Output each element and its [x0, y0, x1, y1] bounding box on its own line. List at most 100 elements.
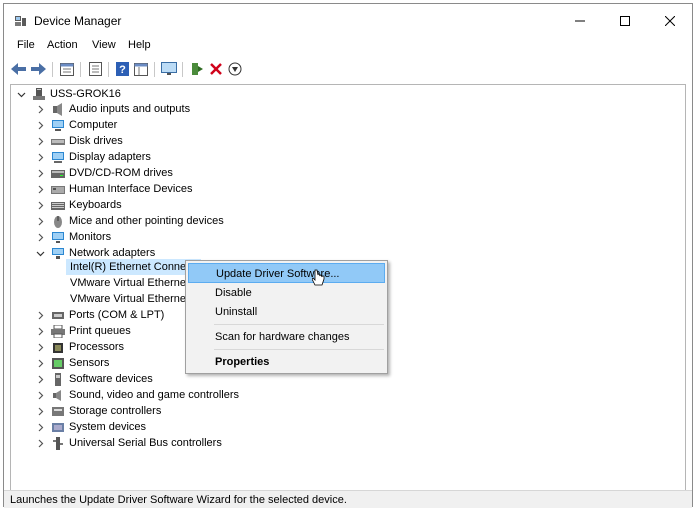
chevron-right-icon[interactable]: [36, 233, 45, 242]
show-hidden-icon: [88, 62, 102, 76]
maximize-button[interactable]: [602, 4, 647, 37]
close-icon: [664, 15, 675, 26]
toolbar-separator: [80, 62, 81, 77]
menu-separator: [214, 349, 384, 350]
chevron-right-icon[interactable]: [36, 185, 45, 194]
chevron-right-icon[interactable]: [36, 311, 45, 320]
show-hidden-button[interactable]: [86, 60, 104, 78]
hid-icon: [51, 185, 65, 194]
tree-item-sensors[interactable]: Sensors: [36, 355, 109, 371]
tree-item-dvd-cd-rom-drives[interactable]: DVD/CD-ROM drives: [36, 165, 173, 181]
tree-root[interactable]: USS-GROK16: [17, 86, 121, 102]
toolbar-separator: [108, 62, 109, 77]
toolbar-separator: [52, 62, 53, 77]
forward-icon: [31, 63, 46, 75]
monitor-button[interactable]: [160, 60, 178, 78]
tree-item-print-queues[interactable]: Print queues: [36, 323, 131, 339]
chevron-right-icon[interactable]: [36, 153, 45, 162]
menu-bar: File Action View Help: [4, 37, 692, 57]
computer-icon: [52, 119, 64, 131]
tree-item-audio-inputs-and-outputs[interactable]: Audio inputs and outputs: [36, 101, 190, 117]
computer-name: USS-GROK16: [50, 88, 121, 100]
uninstall-button[interactable]: [207, 60, 225, 78]
network-child-vmnet1[interactable]: VMware Virtual Ethernet Adapter for VMne…: [66, 275, 191, 291]
back-icon: [11, 63, 26, 75]
chevron-right-icon[interactable]: [36, 343, 45, 352]
minimize-button[interactable]: [557, 4, 602, 37]
sound-icon: [53, 389, 61, 401]
help-icon: ?: [115, 62, 129, 76]
close-button[interactable]: [647, 4, 692, 37]
properties-toolbar-button[interactable]: [58, 60, 76, 78]
forward-button[interactable]: [30, 60, 48, 78]
usb-icon: [53, 436, 63, 450]
network-child-vmnet8[interactable]: VMware Virtual Ethernet Adapter for VMne…: [66, 291, 191, 307]
audio-icon: [53, 102, 62, 116]
chevron-right-icon[interactable]: [36, 217, 45, 226]
menu-file[interactable]: File: [17, 39, 35, 51]
system-icon: [52, 422, 64, 432]
tree-item-system-devices[interactable]: System devices: [36, 419, 146, 435]
tree-item-universal-serial-bus-controllers[interactable]: Universal Serial Bus controllers: [36, 435, 222, 451]
chevron-right-icon[interactable]: [36, 137, 45, 146]
scan-button[interactable]: [226, 60, 244, 78]
tree-item-display-adapters[interactable]: Display adapters: [36, 149, 151, 165]
chevron-right-icon[interactable]: [36, 201, 45, 210]
chevron-right-icon[interactable]: [36, 391, 45, 400]
menu-view[interactable]: View: [92, 39, 116, 51]
menu-action[interactable]: Action: [47, 39, 78, 51]
chevron-right-icon[interactable]: [36, 105, 45, 114]
tree-item-storage-controllers[interactable]: Storage controllers: [36, 403, 161, 419]
uninstall-icon: [210, 63, 222, 75]
chevron-right-icon[interactable]: [36, 423, 45, 432]
chevron-right-icon[interactable]: [36, 327, 45, 336]
display-icon: [52, 151, 64, 163]
view-button[interactable]: [132, 60, 150, 78]
tree-item-software-devices[interactable]: Software devices: [36, 371, 153, 387]
tree-item-monitors[interactable]: Monitors: [36, 229, 111, 245]
chevron-right-icon[interactable]: [36, 121, 45, 130]
title-bar: Device Manager: [4, 4, 692, 37]
tree-item-human-interface-devices[interactable]: Human Interface Devices: [36, 181, 193, 197]
printer-icon: [51, 324, 65, 338]
computer-root-icon: [33, 87, 45, 100]
chevron-right-icon[interactable]: [36, 359, 45, 368]
tree-item-computer[interactable]: Computer: [36, 117, 117, 133]
processor-icon: [53, 342, 63, 353]
sensor-icon: [52, 357, 64, 369]
dvd-icon: [51, 169, 65, 178]
network-child-intel-ethernet[interactable]: Intel(R) Ethernet Connection (2) I219-V: [66, 259, 201, 275]
tree-item-processors[interactable]: Processors: [36, 339, 124, 355]
storage-icon: [52, 406, 64, 416]
chevron-down-icon[interactable]: [17, 90, 26, 99]
monitor-icon: [161, 62, 177, 75]
properties-icon: [60, 62, 74, 76]
update-driver-software-menu-item[interactable]: Update Driver Software...: [188, 263, 385, 283]
disable-menu-item[interactable]: Disable: [188, 283, 385, 303]
chevron-right-icon[interactable]: [36, 375, 45, 384]
mouse-cursor-icon: [312, 269, 325, 286]
menu-help[interactable]: Help: [128, 39, 151, 51]
chevron-right-icon[interactable]: [36, 439, 45, 448]
tree-item-disk-drives[interactable]: Disk drives: [36, 133, 123, 149]
view-icon: [134, 62, 148, 76]
toolbar-separator: [154, 62, 155, 77]
status-bar: Launches the Update Driver Software Wiza…: [4, 490, 692, 508]
software-icon: [55, 372, 61, 386]
scan-hardware-menu-item[interactable]: Scan for hardware changes: [188, 327, 385, 347]
keyboard-icon: [51, 201, 65, 210]
tree-item-mice-and-other-pointing-devices[interactable]: Mice and other pointing devices: [36, 213, 224, 229]
toolbar-separator: [182, 62, 183, 77]
chevron-right-icon[interactable]: [36, 407, 45, 416]
tree-item-ports-com-lpt[interactable]: Ports (COM & LPT): [36, 307, 164, 323]
tree-item-sound-video-and-game-controllers[interactable]: Sound, video and game controllers: [36, 387, 239, 403]
update-driver-button[interactable]: [188, 60, 206, 78]
context-menu: Update Driver Software... Disable Uninst…: [185, 260, 388, 374]
uninstall-menu-item[interactable]: Uninstall: [188, 302, 385, 322]
help-button[interactable]: ?: [113, 60, 131, 78]
chevron-right-icon[interactable]: [36, 169, 45, 178]
tree-item-keyboards[interactable]: Keyboards: [36, 197, 122, 213]
properties-menu-item[interactable]: Properties: [188, 352, 385, 372]
chevron-down-icon[interactable]: [36, 249, 45, 258]
back-button[interactable]: [10, 60, 28, 78]
